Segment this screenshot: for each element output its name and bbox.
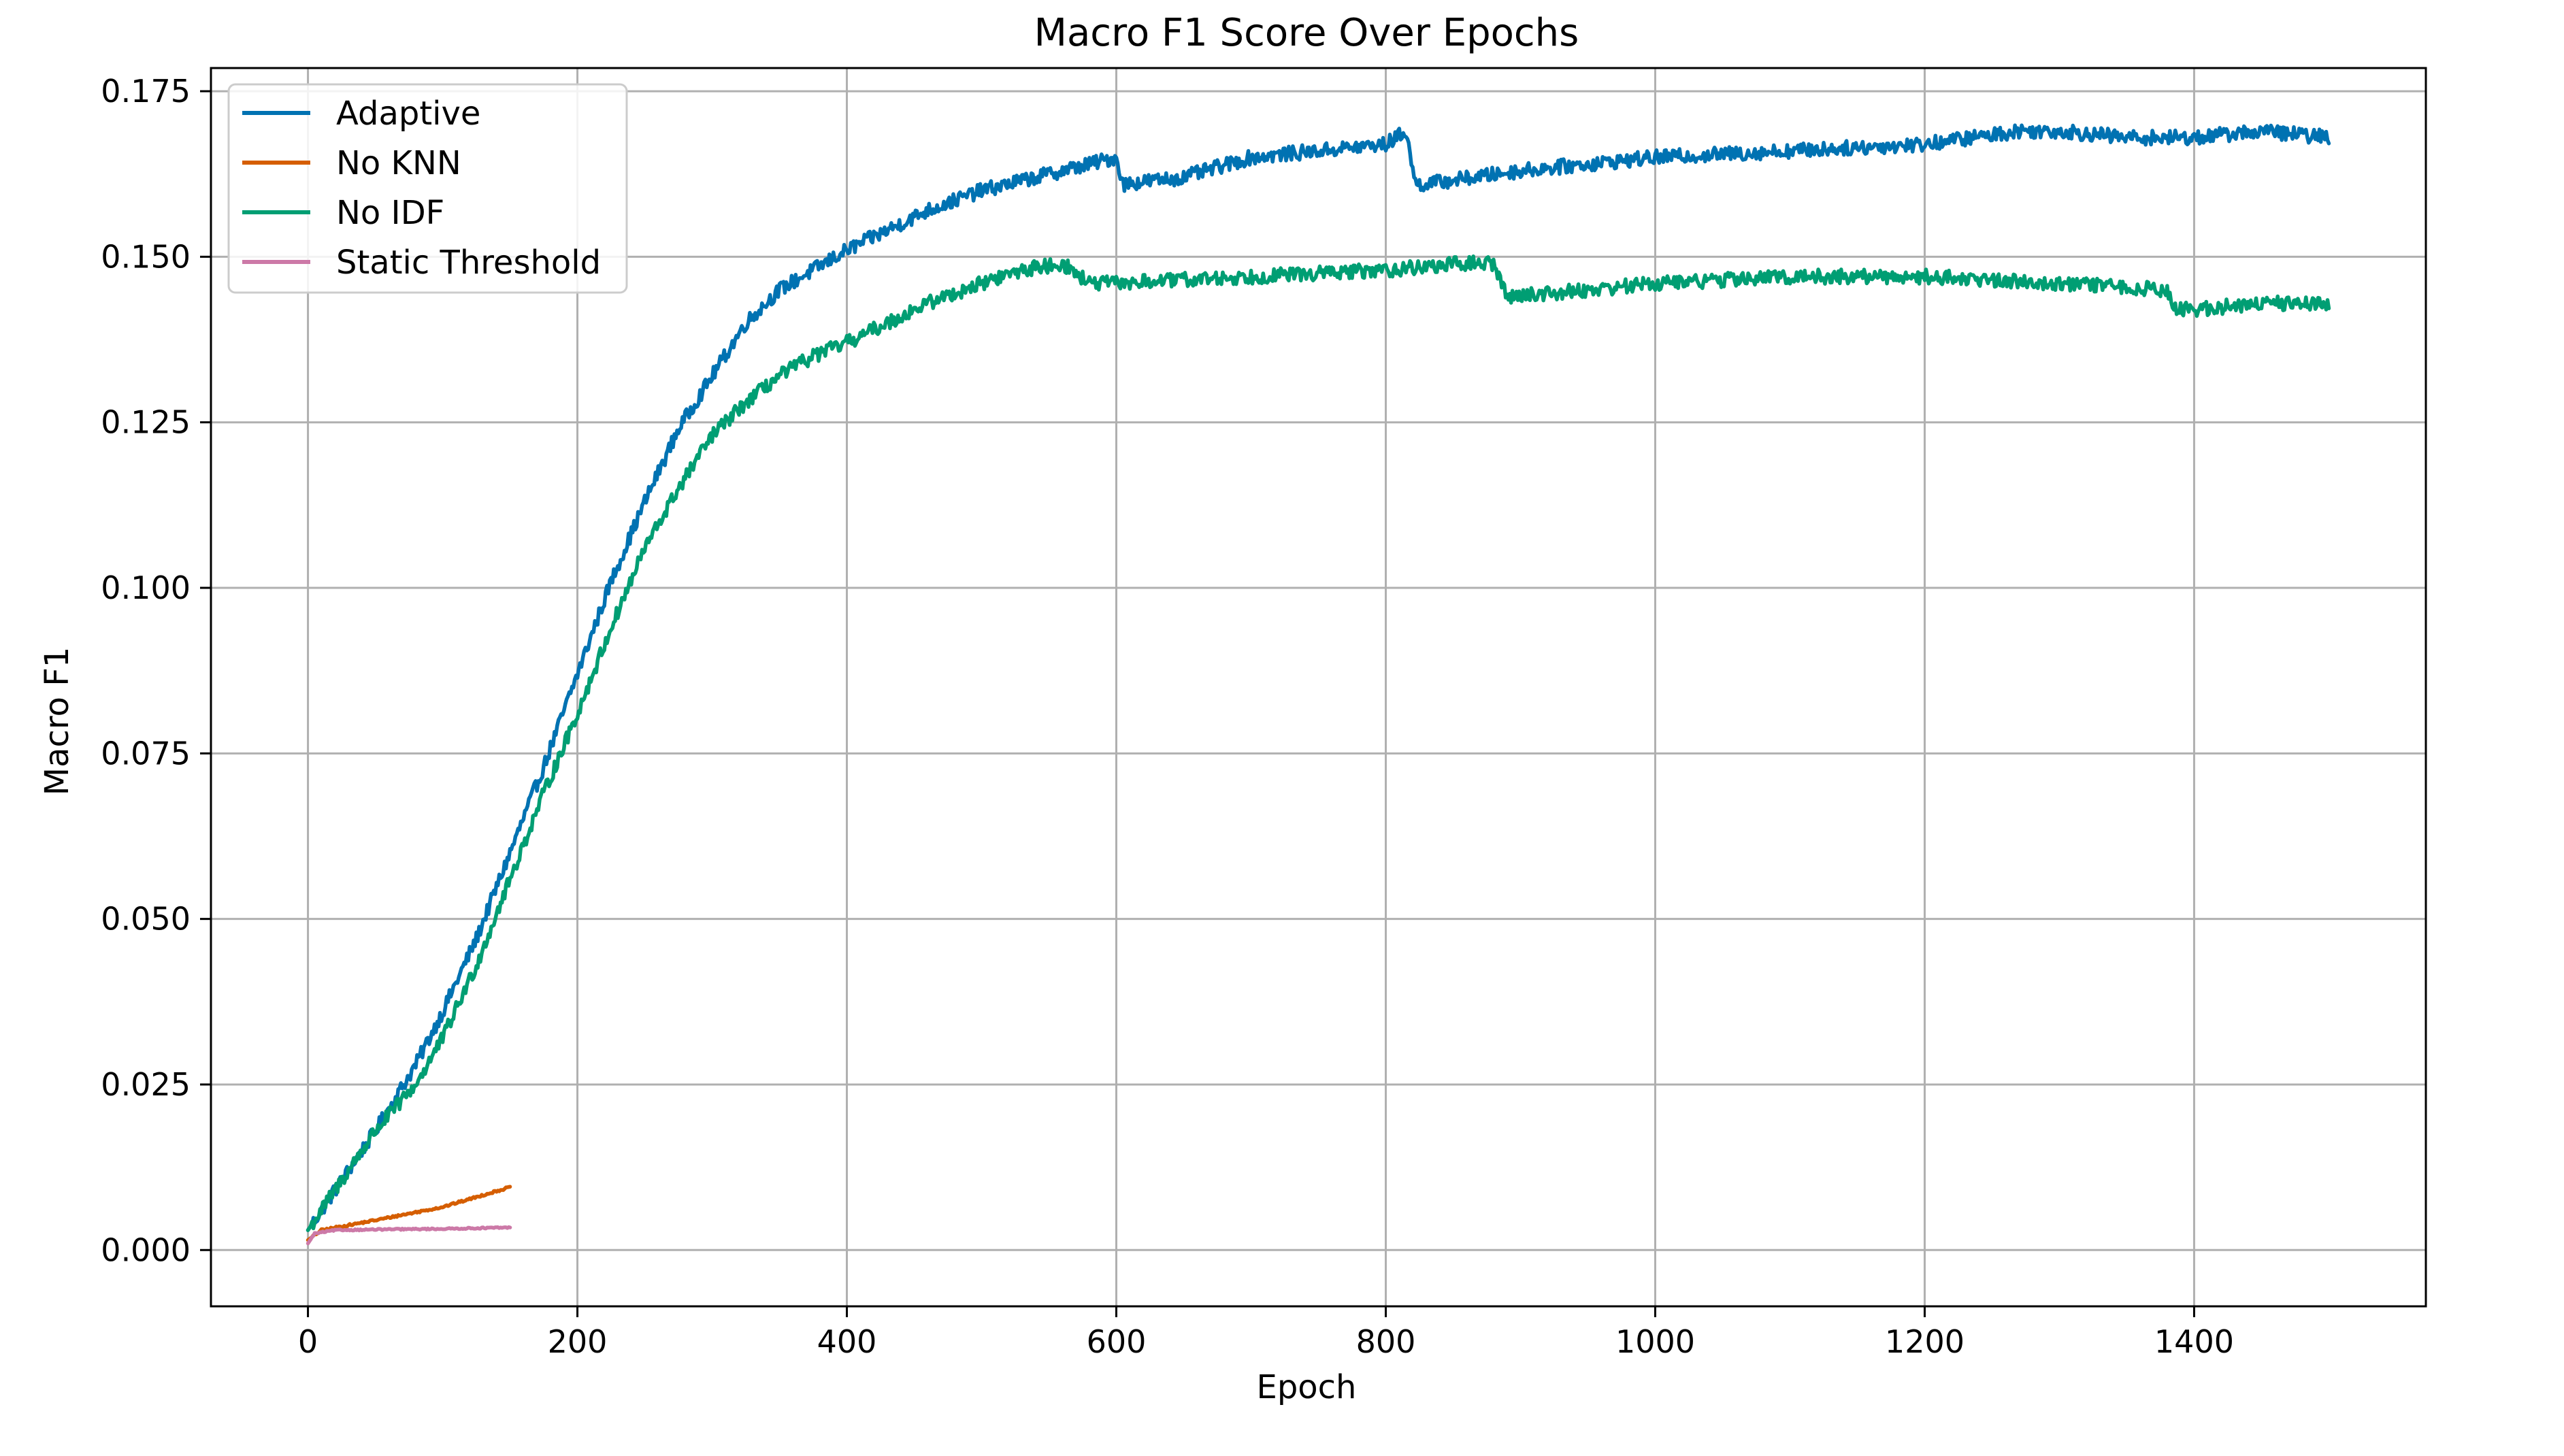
series-line-no-knn — [306, 1185, 512, 1242]
y-axis-label: Macro F1 — [38, 647, 76, 796]
y-tick-label: 0.025 — [101, 1066, 191, 1103]
x-tick-label: 1400 — [2154, 1323, 2234, 1360]
macro-f1-chart: Macro F1 Score Over Epochs 0 200 400 600 800… — [38, 11, 2427, 1406]
x-tick-label: 1200 — [1885, 1323, 1965, 1360]
y-tick-label: 0.050 — [101, 901, 191, 938]
x-tick-label: 0 — [298, 1323, 318, 1360]
series-line-static-threshold — [306, 1225, 512, 1246]
y-tick-label: 0.125 — [101, 404, 191, 441]
y-tick-label: 0.175 — [101, 73, 191, 110]
x-tick-label: 200 — [548, 1323, 608, 1360]
legend-label-no-idf: No IDF — [336, 194, 444, 232]
x-tick-label: 400 — [817, 1323, 877, 1360]
x-tick-label: 800 — [1356, 1323, 1416, 1360]
x-axis-label: Epoch — [1257, 1368, 1357, 1406]
x-tick-label: 600 — [1087, 1323, 1147, 1360]
legend-label-static-threshold: Static Threshold — [336, 244, 601, 282]
x-tick-label: 1000 — [1615, 1323, 1695, 1360]
legend-label-adaptive: Adaptive — [336, 95, 480, 133]
legend: Adaptive No KNN No IDF Static Threshold — [227, 83, 628, 294]
legend-label-no-knn: No KNN — [336, 144, 461, 182]
y-tick-label: 0.075 — [101, 735, 191, 772]
y-tick-label: 0.000 — [101, 1231, 191, 1268]
y-tick-label: 0.100 — [101, 569, 191, 606]
y-tick-label: 0.150 — [101, 238, 191, 275]
chart-title: Macro F1 Score Over Epochs — [1034, 11, 1579, 55]
